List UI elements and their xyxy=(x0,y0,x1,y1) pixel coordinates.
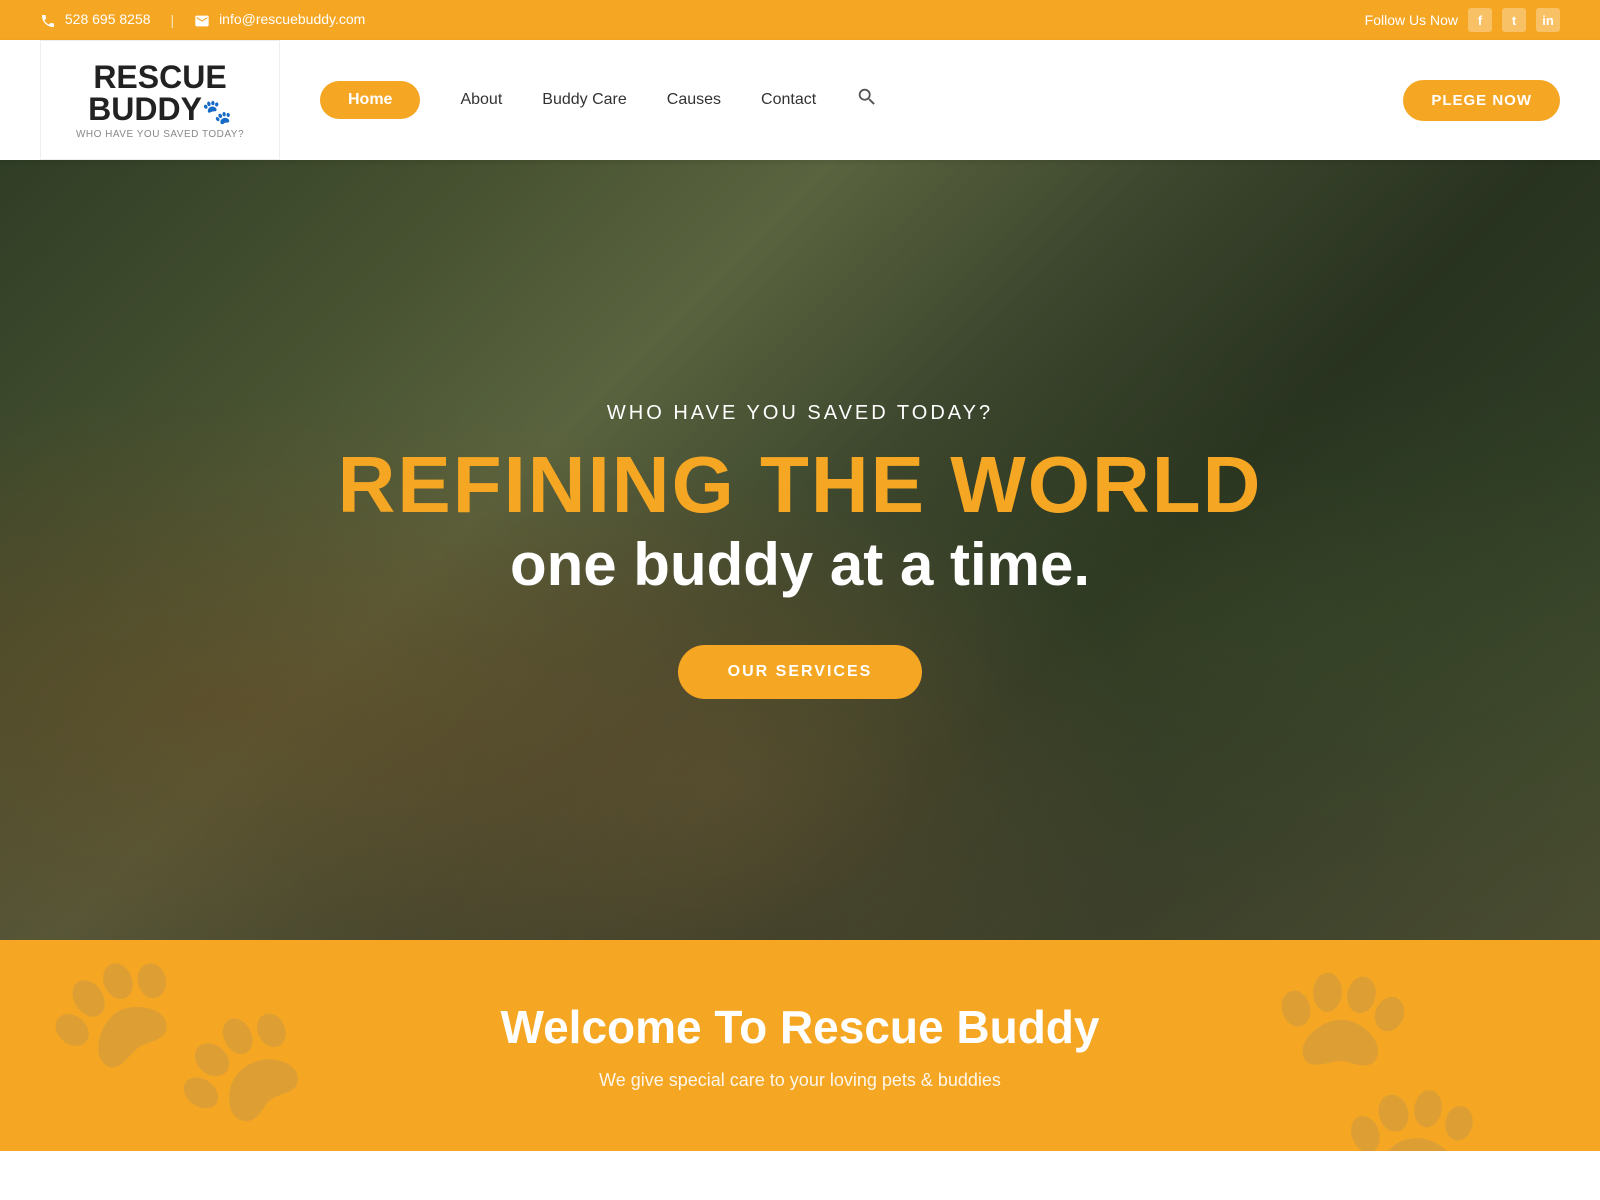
hero-title-sub: one buddy at a time. xyxy=(338,535,1263,595)
phone-info: 528 695 8258 xyxy=(40,11,151,28)
welcome-title: Welcome To Rescue Buddy xyxy=(40,1000,1560,1054)
logo-paw: 🐾 xyxy=(202,99,232,126)
hero-content: WHO HAVE YOU SAVED TODAY? REFINING THE W… xyxy=(338,402,1263,699)
hero-section: WHO HAVE YOU SAVED TODAY? REFINING THE W… xyxy=(0,160,1600,940)
welcome-section: Welcome To Rescue Buddy We give special … xyxy=(0,940,1600,1151)
nav-causes[interactable]: Causes xyxy=(667,91,721,109)
nav-home[interactable]: Home xyxy=(320,81,420,119)
main-nav: Home About Buddy Care Causes Contact PLE… xyxy=(320,80,1560,121)
hero-title-main: REFINING THE WORLD xyxy=(338,445,1263,525)
nav-about[interactable]: About xyxy=(460,91,502,109)
top-bar-right: Follow Us Now f t in xyxy=(1365,8,1560,32)
nav-buddy-care[interactable]: Buddy Care xyxy=(542,91,627,109)
hero-subtitle: WHO HAVE YOU SAVED TODAY? xyxy=(338,402,1263,425)
welcome-text: We give special care to your loving pets… xyxy=(40,1070,1560,1091)
top-bar-left: 528 695 8258 | info@rescuebuddy.com xyxy=(40,11,365,28)
search-button[interactable] xyxy=(856,86,878,114)
phone-icon xyxy=(40,13,56,29)
logo[interactable]: RESCUE BUDDY🐾 WHO HAVE YOU SAVED TODAY? xyxy=(40,40,280,160)
linkedin-icon[interactable]: in xyxy=(1536,8,1560,32)
email-icon xyxy=(194,13,210,29)
logo-text: RESCUE BUDDY🐾 xyxy=(88,61,232,125)
pledge-button[interactable]: PLEGE NOW xyxy=(1403,80,1560,121)
email-info: info@rescuebuddy.com xyxy=(194,11,365,28)
nav-contact[interactable]: Contact xyxy=(761,91,816,109)
services-button[interactable]: OUR SERVICES xyxy=(678,645,923,699)
logo-subtitle: WHO HAVE YOU SAVED TODAY? xyxy=(76,129,244,140)
top-bar: 528 695 8258 | info@rescuebuddy.com Foll… xyxy=(0,0,1600,40)
follow-text: Follow Us Now xyxy=(1365,12,1458,28)
search-icon xyxy=(856,86,878,108)
separator: | xyxy=(171,12,175,28)
twitter-icon[interactable]: t xyxy=(1502,8,1526,32)
header: RESCUE BUDDY🐾 WHO HAVE YOU SAVED TODAY? … xyxy=(0,40,1600,160)
facebook-icon[interactable]: f xyxy=(1468,8,1492,32)
